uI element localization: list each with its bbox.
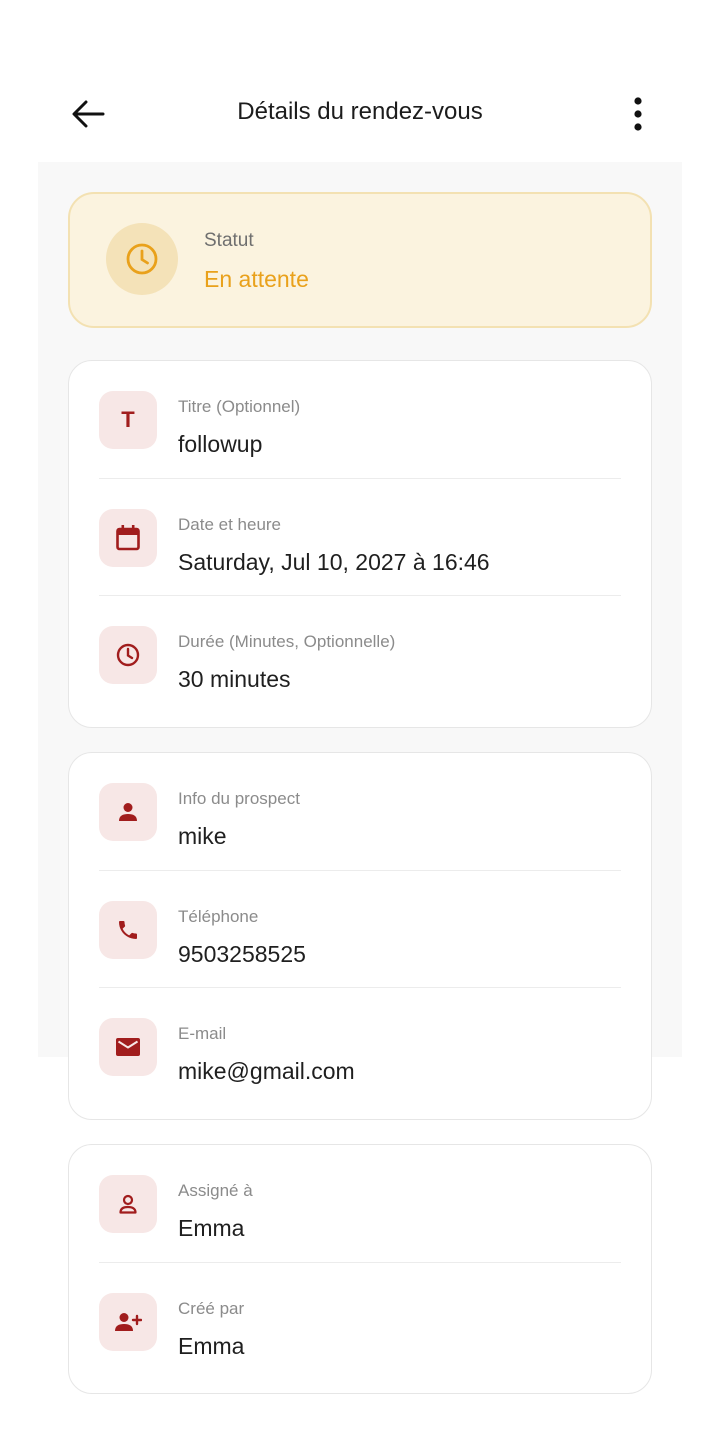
- duration-label: Durée (Minutes, Optionnelle): [178, 632, 396, 651]
- title-icon-box: T: [99, 391, 157, 449]
- datetime-icon-box: [99, 509, 157, 567]
- person-add-icon: [115, 1313, 142, 1331]
- assigned-row: Assigné à Emma: [69, 1145, 651, 1262]
- arrow-left-icon: [72, 100, 105, 128]
- status-value: En attente: [204, 266, 309, 292]
- status-label: Statut: [204, 230, 254, 251]
- datetime-label: Date et heure: [178, 515, 282, 534]
- phone-value[interactable]: 9503258525: [178, 941, 306, 968]
- appointment-details-screen: Détails du rendez-vous Statut En attente: [0, 0, 720, 1449]
- text-title-icon: T: [121, 407, 135, 432]
- created-value: Emma: [178, 1333, 245, 1359]
- title-label: Titre (Optionnel): [178, 397, 301, 416]
- title-value: followup: [178, 431, 263, 457]
- created-icon-box: [99, 1293, 157, 1351]
- prospect-row: Info du prospect mike: [69, 753, 651, 870]
- email-icon: [116, 1038, 140, 1056]
- more-vert-icon: [634, 97, 642, 131]
- datetime-value: Saturday, Jul 10, 2027 à 16:46: [178, 549, 490, 575]
- calendar-icon: [116, 525, 140, 551]
- prospect-icon-box: [99, 783, 157, 841]
- app-bar: Détails du rendez-vous: [0, 72, 720, 152]
- page-title: Détails du rendez-vous: [237, 98, 483, 125]
- title-row: T Titre (Optionnel) followup: [69, 361, 651, 478]
- phone-icon: [119, 921, 137, 939]
- appointment-info-card: T Titre (Optionnel) followup Date et heu…: [68, 360, 652, 728]
- details-content[interactable]: Statut En attente T Titre (Optionnel) fo…: [38, 162, 682, 1394]
- more-options-button[interactable]: [622, 94, 654, 134]
- email-row[interactable]: E-mail mike@gmail.com: [99, 987, 621, 1104]
- prospect-value: mike: [178, 823, 227, 849]
- person-outline-icon: [119, 1194, 137, 1214]
- created-label: Créé par: [178, 1299, 245, 1318]
- phone-icon-box: [99, 901, 157, 959]
- status-card: Statut En attente: [68, 192, 652, 328]
- clock-icon: [116, 643, 140, 667]
- prospect-label: Info du prospect: [178, 789, 300, 808]
- status-icon-container: [106, 223, 178, 295]
- duration-row: Durée (Minutes, Optionnelle) 30 minutes: [99, 595, 621, 712]
- email-value[interactable]: mike@gmail.com: [178, 1058, 355, 1085]
- clock-icon: [126, 243, 158, 275]
- assigned-label: Assigné à: [178, 1181, 253, 1200]
- prospect-info-card: Info du prospect mike Téléphone 95032585…: [68, 752, 652, 1120]
- assigned-value: Emma: [178, 1215, 245, 1241]
- duration-icon-box: [99, 626, 157, 684]
- back-button[interactable]: [68, 94, 108, 134]
- person-icon: [119, 803, 137, 821]
- created-row: Créé par Emma: [99, 1262, 621, 1379]
- email-icon-box: [99, 1018, 157, 1076]
- phone-label: Téléphone: [178, 907, 259, 926]
- assigned-icon-box: [99, 1175, 157, 1233]
- datetime-row: Date et heure Saturday, Jul 10, 2027 à 1…: [99, 478, 621, 595]
- duration-value: 30 minutes: [178, 666, 291, 692]
- email-label: E-mail: [178, 1024, 227, 1043]
- assignment-card: Assigné à Emma Créé par Emma: [68, 1144, 652, 1394]
- phone-row[interactable]: Téléphone 9503258525: [99, 870, 621, 987]
